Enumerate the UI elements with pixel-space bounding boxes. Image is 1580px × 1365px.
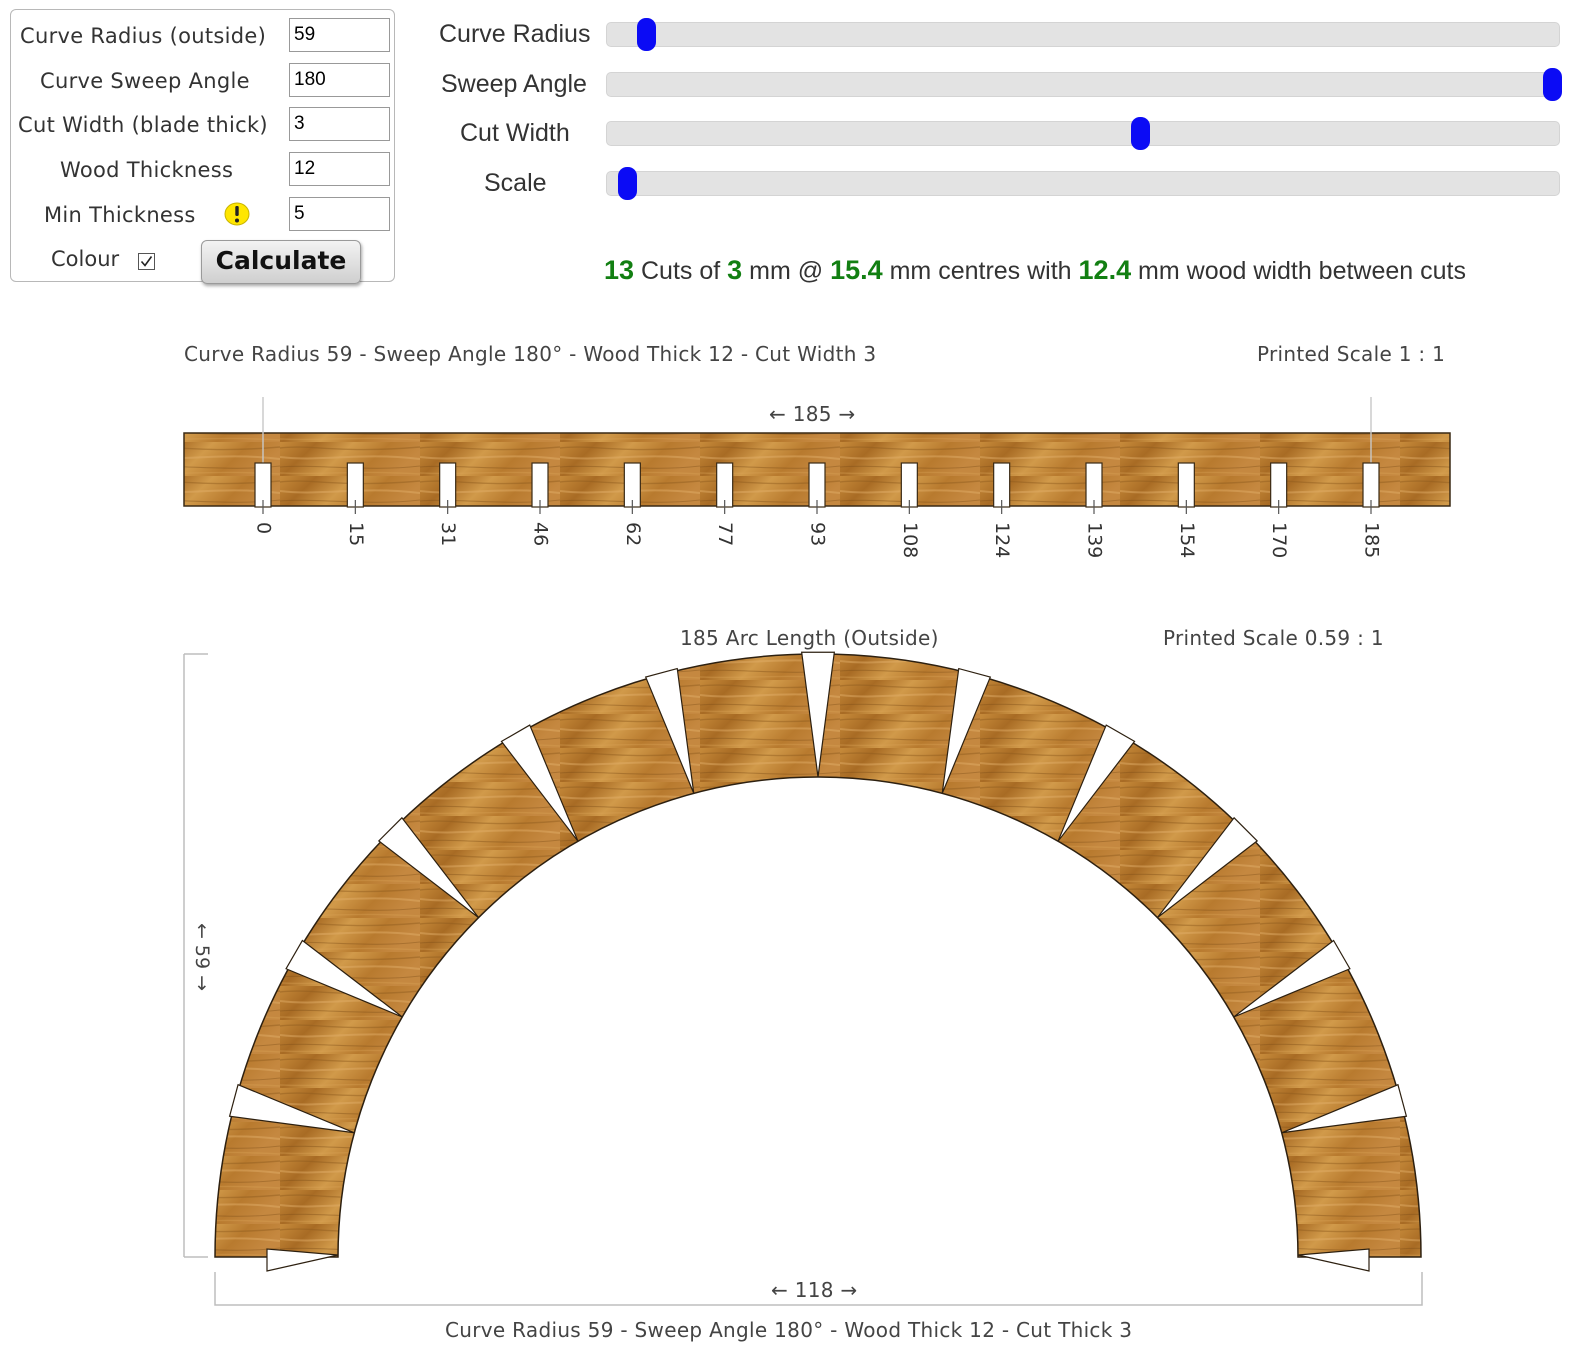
strip-tick-label: 185 [1361,522,1383,558]
strip-tick-label: 77 [714,522,736,546]
strip-tick-label: 62 [622,522,644,546]
strip-diagram: 0 15 31 46 62 77 93 108 124 139 154 170 185 [183,397,1451,558]
kerf-drawing: 0 15 31 46 62 77 93 108 124 139 154 170 185 ← 59 → [183,397,1451,1306]
strip-tick-label: 139 [1084,522,1106,558]
strip-tick-label: 170 [1268,522,1290,558]
strip-tick-label: 124 [991,522,1013,558]
width-dimension-line [214,1272,1423,1306]
strip-tick-label: 154 [1176,522,1198,558]
strip-tick-label: 0 [253,522,275,534]
arc-height-label: ← 59 → [191,923,213,991]
strip-tick-label: 15 [345,522,367,546]
strip-tick-label: 108 [899,522,921,558]
arc-diagram [214,651,1422,1272]
strip-tick-label: 93 [807,522,829,546]
strip-tick-label: 31 [437,522,459,546]
strip-tick-label: 46 [530,522,552,546]
